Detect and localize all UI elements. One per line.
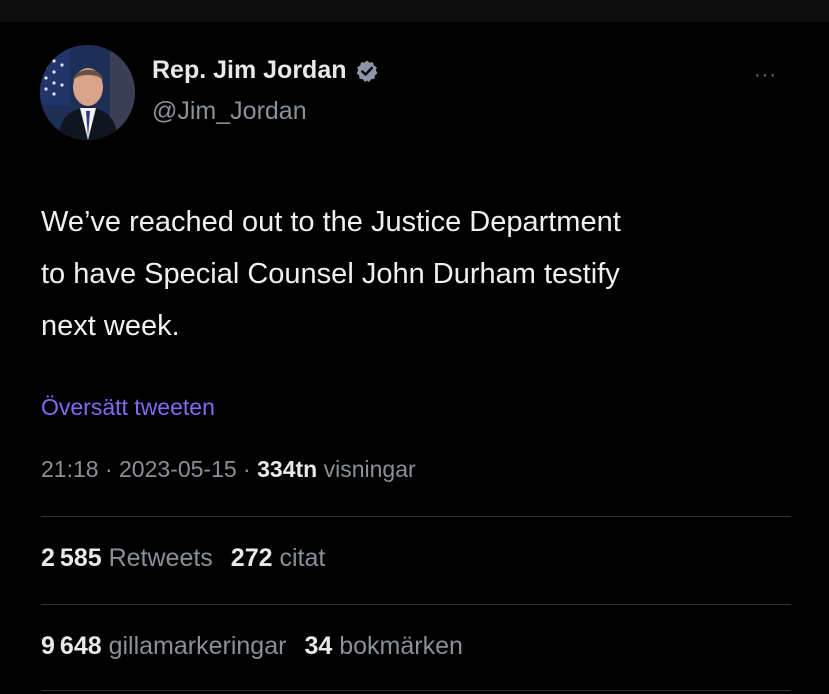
stats-row-retweets: 2 585 Retweets 272 citat bbox=[41, 544, 325, 573]
tweet-time[interactable]: 21:18 bbox=[41, 456, 99, 482]
views-label: visningar bbox=[317, 456, 416, 482]
author-handle[interactable]: @Jim_Jordan bbox=[152, 97, 307, 126]
divider bbox=[41, 516, 791, 517]
stats-row-likes: 9 648 gillamarkeringar 34 bokmärken bbox=[41, 632, 463, 661]
views-count: 334tn bbox=[257, 456, 318, 482]
profile-photo-icon bbox=[40, 45, 135, 140]
tweet-text-line: We’ve reached out to the Justice Departm… bbox=[41, 206, 621, 238]
tweet-meta: 21:18 · 2023-05-15 · 334tn visningar bbox=[41, 456, 416, 483]
divider bbox=[41, 690, 791, 691]
verified-badge-icon bbox=[355, 59, 379, 83]
retweets-stat[interactable]: 2 585 Retweets bbox=[41, 544, 213, 573]
quotes-count: 272 bbox=[230, 544, 273, 572]
author-name-row: Rep. Jim Jordan bbox=[152, 56, 379, 85]
tweet-text-line: next week. bbox=[41, 310, 180, 342]
tweet-text: We’ve reached out to the Justice Departm… bbox=[41, 196, 801, 352]
tweet-text-line: to have Special Counsel John Durham test… bbox=[41, 258, 620, 290]
likes-label: gillamarkeringar bbox=[108, 632, 287, 660]
avatar[interactable] bbox=[40, 45, 135, 140]
meta-separator: · bbox=[236, 456, 258, 482]
quotes-label: citat bbox=[279, 544, 326, 572]
bookmarks-count: 34 bbox=[304, 632, 333, 660]
top-bar bbox=[0, 0, 829, 22]
translate-tweet-link[interactable]: Översätt tweeten bbox=[41, 394, 215, 421]
bookmarks-label: bokmärken bbox=[339, 632, 463, 660]
retweets-label: Retweets bbox=[108, 544, 213, 572]
meta-separator: · bbox=[98, 456, 120, 482]
likes-stat[interactable]: 9 648 gillamarkeringar bbox=[41, 632, 286, 661]
quotes-stat[interactable]: 272 citat bbox=[231, 544, 326, 573]
more-options-icon[interactable]: ··· bbox=[754, 64, 777, 87]
divider bbox=[41, 604, 791, 605]
likes-count: 9 648 bbox=[41, 632, 102, 660]
retweets-count: 2 585 bbox=[41, 544, 102, 572]
author-display-name[interactable]: Rep. Jim Jordan bbox=[152, 56, 347, 85]
tweet-date[interactable]: 2023-05-15 bbox=[119, 456, 237, 482]
bookmarks-stat[interactable]: 34 bokmärken bbox=[304, 632, 462, 661]
